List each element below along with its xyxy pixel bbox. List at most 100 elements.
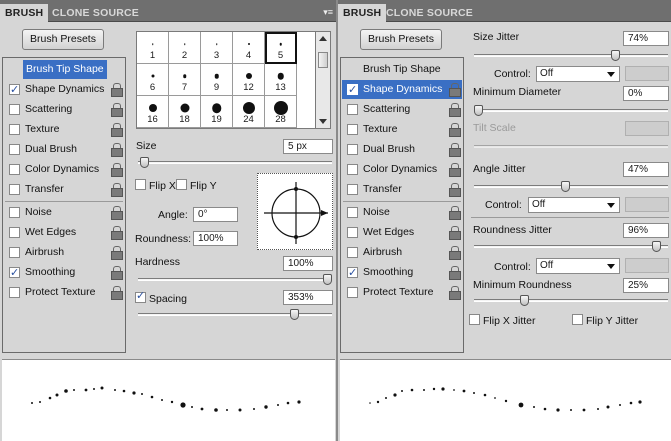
spacing-option[interactable]: Spacing <box>135 289 187 305</box>
checkbox[interactable] <box>347 104 358 115</box>
roundness-jitter-slider[interactable] <box>474 241 668 252</box>
brush-tip-6[interactable]: 6 <box>137 64 169 96</box>
list-item-color-dynamics[interactable]: Color Dynamics <box>4 160 124 179</box>
size-input[interactable]: 5 px <box>283 139 333 154</box>
list-item-dual-brush[interactable]: Dual Brush <box>342 140 462 159</box>
slider-thumb[interactable] <box>652 241 661 252</box>
lock-icon[interactable] <box>449 266 461 280</box>
checkbox[interactable] <box>347 144 358 155</box>
list-item-protect-texture[interactable]: Protect Texture <box>342 283 462 302</box>
checkbox[interactable] <box>9 104 20 115</box>
list-item-brush-tip-shape[interactable]: Brush Tip Shape <box>4 60 124 79</box>
slider-thumb[interactable] <box>290 309 299 320</box>
brush-tip-1[interactable]: 1 <box>137 32 169 64</box>
brush-tip-18[interactable]: 18 <box>169 96 201 128</box>
list-item-noise[interactable]: Noise <box>4 203 124 222</box>
brush-presets-button[interactable]: Brush Presets <box>22 29 104 50</box>
checkbox[interactable] <box>347 124 358 135</box>
list-item-scattering[interactable]: Scattering <box>342 100 462 119</box>
slider-thumb[interactable] <box>561 181 570 192</box>
slider-thumb[interactable] <box>611 50 620 61</box>
checkbox[interactable] <box>347 264 358 283</box>
angle-jitter-slider[interactable] <box>474 181 668 192</box>
lock-icon[interactable] <box>449 206 461 220</box>
min-diameter-slider[interactable] <box>474 105 668 116</box>
lock-icon[interactable] <box>111 163 123 177</box>
angle-jitter-input[interactable]: 47% <box>623 162 669 177</box>
brush-tip-19[interactable]: 19 <box>201 96 233 128</box>
tab-clone-source[interactable]: CLONE SOURCE <box>47 4 144 22</box>
brush-tip-13[interactable]: 13 <box>265 64 297 96</box>
checkbox[interactable] <box>176 179 187 190</box>
lock-icon[interactable] <box>111 286 123 300</box>
slider-thumb[interactable] <box>520 295 529 306</box>
lock-icon[interactable] <box>449 226 461 240</box>
brush-tip-3[interactable]: 3 <box>201 32 233 64</box>
checkbox[interactable] <box>9 124 20 135</box>
checkbox[interactable] <box>9 164 20 175</box>
list-item-scattering[interactable]: Scattering <box>4 100 124 119</box>
checkbox[interactable] <box>347 207 358 218</box>
brush-tip-cell[interactable] <box>201 128 233 129</box>
tab-brush[interactable]: BRUSH <box>0 4 49 23</box>
lock-icon[interactable] <box>449 83 461 97</box>
brush-tip-2[interactable]: 2 <box>169 32 201 64</box>
list-item-noise[interactable]: Noise <box>342 203 462 222</box>
list-item-brush-tip-shape[interactable]: Brush Tip Shape <box>342 60 462 79</box>
brush-tip-cell[interactable] <box>137 128 169 129</box>
tab-brush[interactable]: BRUSH <box>338 4 387 23</box>
brush-tip-7[interactable]: 7 <box>169 64 201 96</box>
list-item-color-dynamics[interactable]: Color Dynamics <box>342 160 462 179</box>
lock-icon[interactable] <box>111 246 123 260</box>
roundness-jitter-input[interactable]: 96% <box>623 223 669 238</box>
lock-icon[interactable] <box>449 286 461 300</box>
scroll-down-arrow-icon[interactable] <box>319 119 327 124</box>
list-item-texture[interactable]: Texture <box>4 120 124 139</box>
lock-icon[interactable] <box>449 103 461 117</box>
checkbox[interactable] <box>347 227 358 238</box>
brush-tip-28[interactable]: 28 <box>265 96 297 128</box>
scroll-thumb[interactable] <box>318 52 328 68</box>
spacing-slider[interactable] <box>138 309 332 320</box>
tab-clone-source[interactable]: CLONE SOURCE <box>381 4 478 22</box>
flip-x-jitter-option[interactable]: Flip X Jitter <box>469 313 536 327</box>
lock-icon[interactable] <box>449 143 461 157</box>
checkbox[interactable] <box>9 207 20 218</box>
lock-icon[interactable] <box>111 143 123 157</box>
angle-input[interactable]: 0° <box>193 207 238 222</box>
brush-tip-cell[interactable] <box>169 128 201 129</box>
min-diameter-input[interactable]: 0% <box>623 86 669 101</box>
list-item-airbrush[interactable]: Airbrush <box>342 243 462 262</box>
flip-y-option[interactable]: Flip Y <box>176 178 217 192</box>
lock-icon[interactable] <box>111 103 123 117</box>
checkbox[interactable] <box>9 184 20 195</box>
size-jitter-slider[interactable] <box>474 50 668 61</box>
panel-menu-icon[interactable]: ▾≡ <box>323 7 333 18</box>
checkbox[interactable] <box>9 247 20 258</box>
list-item-dual-brush[interactable]: Dual Brush <box>4 140 124 159</box>
checkbox[interactable] <box>347 164 358 175</box>
brush-tip-24[interactable]: 24 <box>233 96 265 128</box>
list-item-smoothing[interactable]: Smoothing <box>342 263 462 283</box>
list-item-airbrush[interactable]: Airbrush <box>4 243 124 262</box>
brush-tip-grid[interactable]: 1 2 3 4 5 6 7 9 12 13 16 18 19 24 28 <box>136 31 316 129</box>
angle-control-select[interactable]: Off <box>528 197 620 213</box>
list-item-wet-edges[interactable]: Wet Edges <box>342 223 462 242</box>
hardness-slider[interactable] <box>138 274 332 285</box>
checkbox[interactable] <box>469 314 480 325</box>
list-item-shape-dynamics[interactable]: Shape Dynamics <box>4 80 124 100</box>
scroll-up-arrow-icon[interactable] <box>319 36 327 41</box>
list-item-wet-edges[interactable]: Wet Edges <box>4 223 124 242</box>
size-slider[interactable] <box>138 157 332 168</box>
checkbox[interactable] <box>347 184 358 195</box>
lock-icon[interactable] <box>111 266 123 280</box>
roundness-control-select[interactable]: Off <box>536 258 620 274</box>
min-roundness-input[interactable]: 25% <box>623 278 669 293</box>
checkbox[interactable] <box>572 314 583 325</box>
checkbox[interactable] <box>9 81 20 100</box>
list-item-shape-dynamics[interactable]: Shape Dynamics <box>342 80 462 100</box>
list-item-protect-texture[interactable]: Protect Texture <box>4 283 124 302</box>
spacing-input[interactable]: 353% <box>283 290 333 305</box>
brush-tip-16[interactable]: 16 <box>137 96 169 128</box>
lock-icon[interactable] <box>449 246 461 260</box>
